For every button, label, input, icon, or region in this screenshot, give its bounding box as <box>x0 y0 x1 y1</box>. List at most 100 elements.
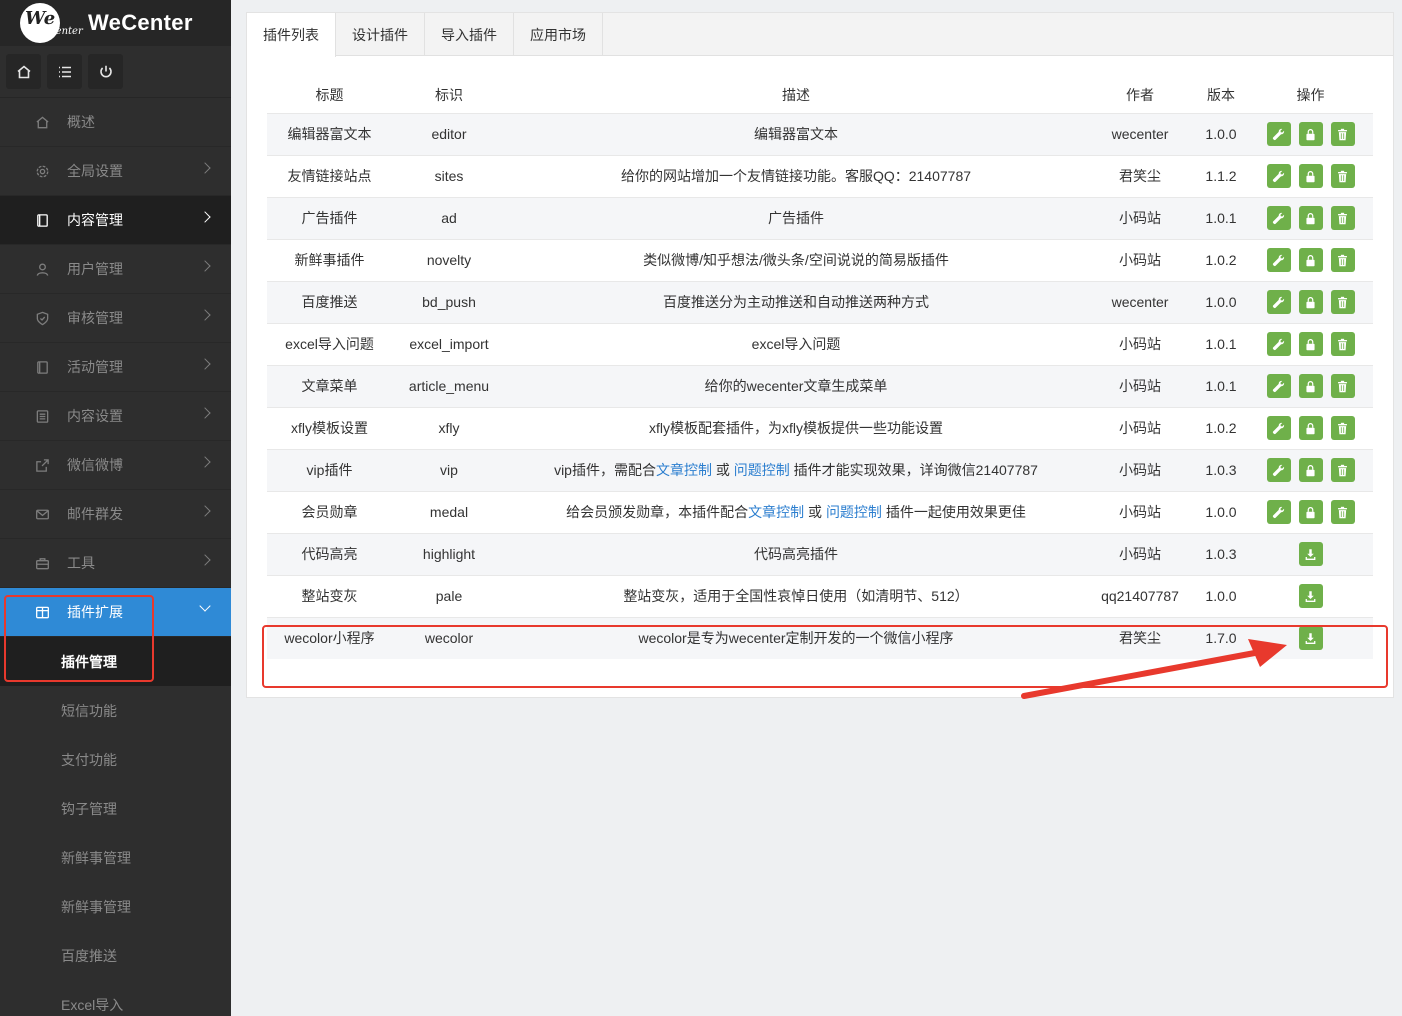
sidebar-subitem-4[interactable]: 新鲜事管理 <box>0 833 231 882</box>
plugin-link[interactable]: 问题控制 <box>826 504 882 520</box>
sidebar-item-2[interactable]: 内容管理 <box>0 196 231 245</box>
sidebar-item-7[interactable]: 微信微博 <box>0 441 231 490</box>
logout-button[interactable] <box>88 54 123 89</box>
delete-button[interactable] <box>1330 164 1355 188</box>
lock-button[interactable] <box>1298 122 1323 146</box>
col-desc-header: 描述 <box>782 86 810 103</box>
delete-button[interactable] <box>1330 248 1355 272</box>
configure-button[interactable] <box>1266 290 1291 314</box>
configure-button[interactable] <box>1266 122 1291 146</box>
cell-actions <box>1248 490 1373 533</box>
sidebar-item-5[interactable]: 活动管理 <box>0 343 231 392</box>
delete-icon <box>1338 338 1347 350</box>
plugin-link[interactable]: 文章控制 <box>656 462 712 478</box>
lock-button[interactable] <box>1298 500 1323 524</box>
cell-version: 1.0.0 <box>1194 280 1248 323</box>
cell-description: 给会员颁发勋章，本插件配合文章控制 或 问题控制 插件一起使用效果更佳 <box>506 490 1086 533</box>
gear-icon <box>34 163 50 179</box>
cell-description: vip插件，需配合文章控制 或 问题控制 插件才能实现效果，详询微信214077… <box>506 448 1086 491</box>
plugin-link[interactable]: 文章控制 <box>748 504 804 520</box>
tab-1[interactable]: 设计插件 <box>336 13 425 56</box>
sidebar-item-4[interactable]: 审核管理 <box>0 294 231 343</box>
cell-actions <box>1248 322 1373 365</box>
lock-button[interactable] <box>1298 458 1323 482</box>
menu-button[interactable] <box>47 54 82 89</box>
sidebar-item-label: 内容设置 <box>67 408 123 424</box>
delete-button[interactable] <box>1330 458 1355 482</box>
sidebar-item-8[interactable]: 邮件群发 <box>0 490 231 539</box>
delete-icon <box>1338 464 1347 476</box>
delete-button[interactable] <box>1330 122 1355 146</box>
cell-id: xfly <box>392 406 506 449</box>
sidebar-item-9[interactable]: 工具 <box>0 539 231 588</box>
configure-button[interactable] <box>1266 374 1291 398</box>
document-icon <box>34 212 50 228</box>
delete-button[interactable] <box>1330 206 1355 230</box>
delete-button[interactable] <box>1330 290 1355 314</box>
cell-actions <box>1248 112 1373 155</box>
cell-title: 整站变灰 <box>267 574 392 617</box>
home-button[interactable] <box>6 54 41 89</box>
sidebar-subitem-5[interactable]: 新鲜事管理 <box>0 882 231 931</box>
configure-button[interactable] <box>1266 332 1291 356</box>
tab-3[interactable]: 应用市场 <box>514 13 603 56</box>
home-icon <box>34 114 50 130</box>
sidebar-subitem-1[interactable]: 短信功能 <box>0 686 231 735</box>
tab-2[interactable]: 导入插件 <box>425 13 514 56</box>
delete-button[interactable] <box>1330 416 1355 440</box>
lock-button[interactable] <box>1298 290 1323 314</box>
cell-actions <box>1248 532 1373 575</box>
sidebar-item-1[interactable]: 全局设置 <box>0 147 231 196</box>
sidebar-item-10[interactable]: 插件扩展 <box>0 588 231 637</box>
delete-button[interactable] <box>1330 500 1355 524</box>
download-button[interactable] <box>1298 584 1323 608</box>
delete-icon <box>1338 212 1347 224</box>
cell-author: 小码站 <box>1086 364 1194 407</box>
sidebar-item-3[interactable]: 用户管理 <box>0 245 231 294</box>
configure-button[interactable] <box>1266 164 1291 188</box>
download-button[interactable] <box>1298 626 1323 651</box>
plugin-link[interactable]: 问题控制 <box>734 462 790 478</box>
description-text: 给会员颁发勋章，本插件配合 <box>566 504 749 520</box>
tab-0[interactable]: 插件列表 <box>247 13 336 57</box>
configure-button[interactable] <box>1266 248 1291 272</box>
sidebar-item-label: 工具 <box>67 555 95 571</box>
cell-id: highlight <box>392 532 506 575</box>
cell-id: excel_import <box>392 322 506 365</box>
lock-button[interactable] <box>1298 416 1323 440</box>
delete-button[interactable] <box>1330 374 1355 398</box>
cell-version: 1.0.3 <box>1194 448 1248 491</box>
delete-button[interactable] <box>1330 332 1355 356</box>
sidebar-subitem-6[interactable]: 百度推送 <box>0 931 231 980</box>
wecenter-logo[interactable]: We Center <box>20 3 83 43</box>
chevron-icon <box>199 407 211 419</box>
sidebar-subitem-3[interactable]: 钩子管理 <box>0 784 231 833</box>
table-row: excel导入问题 excel_import excel导入问题 小码站 1.0.1 <box>267 322 1373 365</box>
cell-actions <box>1248 364 1373 407</box>
configure-icon <box>1272 254 1285 266</box>
cell-author: wecenter <box>1086 112 1194 155</box>
configure-button[interactable] <box>1266 206 1291 230</box>
lock-button[interactable] <box>1298 164 1323 188</box>
configure-icon <box>1272 170 1285 182</box>
cell-description: 给你的网站增加一个友情链接功能。客服QQ：21407787 <box>506 154 1086 197</box>
lock-button[interactable] <box>1298 374 1323 398</box>
configure-button[interactable] <box>1266 458 1291 482</box>
sidebar-subitem-7[interactable]: Excel导入 <box>0 980 231 1016</box>
lock-button[interactable] <box>1298 332 1323 356</box>
configure-button[interactable] <box>1266 416 1291 440</box>
cell-id: vip <box>392 448 506 491</box>
configure-button[interactable] <box>1266 500 1291 524</box>
col-title-header: 标题 <box>315 86 344 103</box>
sidebar-subitem-2[interactable]: 支付功能 <box>0 735 231 784</box>
cell-description: wecolor是专为wecenter定制开发的一个微信小程序 <box>506 616 1086 659</box>
lock-button[interactable] <box>1298 206 1323 230</box>
download-button[interactable] <box>1298 542 1323 566</box>
sidebar-subitem-0[interactable]: 插件管理 <box>0 637 231 686</box>
sidebar-item-label: 插件扩展 <box>67 604 123 620</box>
sidebar-item-0[interactable]: 概述 <box>0 98 231 147</box>
cell-id: ad <box>392 196 506 239</box>
cell-title: 文章菜单 <box>267 364 392 407</box>
lock-button[interactable] <box>1298 248 1323 272</box>
sidebar-item-6[interactable]: 内容设置 <box>0 392 231 441</box>
